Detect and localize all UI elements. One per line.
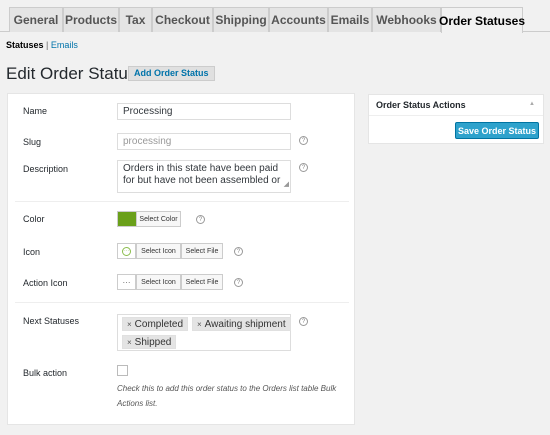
slug-input[interactable]: processing xyxy=(117,133,291,150)
ellipsis-icon: ··· xyxy=(117,274,136,290)
tab-emails[interactable]: Emails xyxy=(328,7,372,32)
color-swatch[interactable] xyxy=(117,211,137,227)
bulk-action-checkbox[interactable] xyxy=(117,365,128,376)
subnav-separator: | xyxy=(46,40,49,50)
status-tag-label: Shipped xyxy=(134,337,172,348)
select-action-icon-button[interactable]: Select Icon xyxy=(136,274,181,290)
tab-shipping[interactable]: Shipping xyxy=(213,7,269,32)
bulk-action-label: Bulk action xyxy=(23,368,68,378)
color-label: Color xyxy=(23,214,45,224)
tab-products[interactable]: Products xyxy=(63,7,119,32)
status-tag[interactable]: × Awaiting shipment xyxy=(192,317,291,331)
collapse-toggle-icon[interactable]: ▲ xyxy=(529,101,535,107)
tab-general[interactable]: General xyxy=(9,7,63,32)
select-color-button[interactable]: Select Color xyxy=(136,211,181,227)
subnav-current: Statuses xyxy=(6,40,44,50)
tab-checkout[interactable]: Checkout xyxy=(152,7,213,32)
resize-handle-icon[interactable]: ◢ xyxy=(284,179,289,191)
page-title: Edit Order Status xyxy=(6,64,137,83)
help-icon: ? xyxy=(299,136,308,145)
tab-tax[interactable]: Tax xyxy=(119,7,152,32)
description-textarea[interactable]: Orders in this state have been paid for … xyxy=(117,160,291,193)
status-tag-label: Completed xyxy=(134,319,184,330)
settings-tabs: General Products Tax Checkout Shipping A… xyxy=(0,0,550,33)
remove-icon[interactable]: × xyxy=(197,320,202,329)
tab-accounts[interactable]: Accounts xyxy=(269,7,328,32)
help-icon: ? xyxy=(196,215,205,224)
icon-label: Icon xyxy=(23,247,41,257)
dots-circle-icon: ··· xyxy=(122,246,131,256)
remove-icon[interactable]: × xyxy=(127,320,132,329)
slug-label: Slug xyxy=(23,137,42,147)
status-tag[interactable]: × Shipped xyxy=(122,335,177,349)
bulk-action-description: Check this to add this order status to t… xyxy=(117,384,337,408)
tab-webhooks[interactable]: Webhooks xyxy=(372,7,441,32)
save-order-status-button[interactable]: Save Order Status xyxy=(455,122,539,139)
action-icon-label: Action Icon xyxy=(23,278,68,288)
description-label: Description xyxy=(23,164,69,174)
select-file-button[interactable]: Select File xyxy=(181,243,223,259)
status-tag-label: Awaiting shipment xyxy=(204,319,286,330)
help-icon: ? xyxy=(234,278,243,287)
name-input[interactable]: Processing xyxy=(117,103,291,120)
help-icon: ? xyxy=(234,247,243,256)
divider xyxy=(15,302,349,303)
next-statuses-label: Next Statuses xyxy=(23,316,80,326)
name-label: Name xyxy=(23,106,48,116)
sidebox-title: Order Status Actions xyxy=(369,95,543,116)
icon-preview: ··· xyxy=(117,243,136,259)
subnav-emails-link[interactable]: Emails xyxy=(51,40,78,50)
divider xyxy=(15,201,349,202)
edit-status-panel: Name Processing Slug processing ? Descri… xyxy=(7,93,355,425)
tab-order-statuses[interactable]: Order Statuses xyxy=(439,7,525,33)
order-status-actions-box: Order Status Actions ▲ Save Order Status xyxy=(368,94,544,144)
status-tag[interactable]: × Completed xyxy=(122,317,189,331)
select-action-file-button[interactable]: Select File xyxy=(181,274,223,290)
add-order-status-button[interactable]: Add Order Status xyxy=(128,66,215,81)
description-text: Orders in this state have been paid for … xyxy=(123,163,281,186)
help-icon: ? xyxy=(299,317,308,326)
help-icon: ? xyxy=(299,163,308,172)
next-statuses-select[interactable]: × Completed × Awaiting shipment × Shipped xyxy=(117,314,291,351)
subnav: Statuses | Emails xyxy=(6,40,78,50)
select-icon-button[interactable]: Select Icon xyxy=(136,243,181,259)
remove-icon[interactable]: × xyxy=(127,338,132,347)
